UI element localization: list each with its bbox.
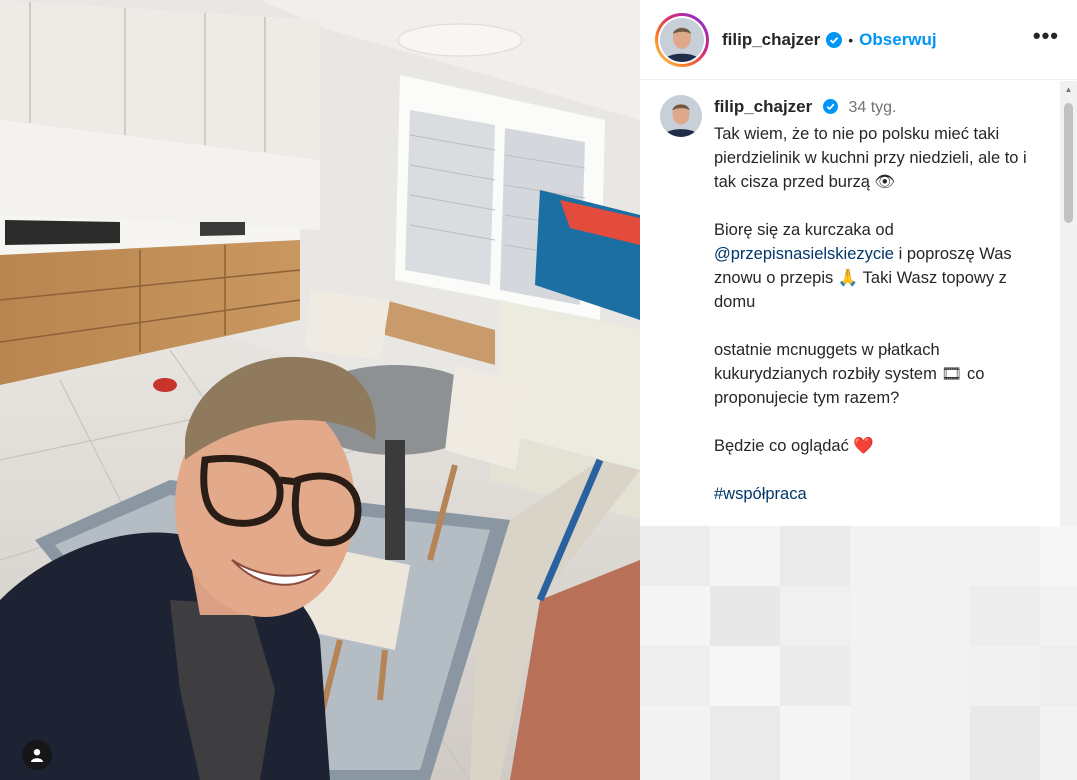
selfie-kitchen-image [0,0,640,780]
avatar-image [660,95,702,137]
post-sidebar: filip_chajzer • Obserwuj ••• filip_chajz… [640,0,1077,780]
caption-scrollbar[interactable]: ▲ [1060,81,1077,526]
post-timestamp[interactable]: 34 tyg. [848,99,896,116]
caption-avatar[interactable] [660,95,702,137]
avatar-image [660,17,704,62]
caption-paragraph-2: Biorę się za kurczaka od @przepisnasiels… [714,218,1044,314]
more-options-icon[interactable]: ••• [1033,25,1059,47]
separator-dot: • [848,31,854,48]
follow-button[interactable]: Obserwuj [859,30,936,50]
avatar [660,17,704,62]
user-tag-icon [31,749,43,762]
mention-link[interactable]: @przepisnasielskiezycie [714,245,894,263]
scroll-up-arrow-icon[interactable]: ▲ [1060,81,1077,97]
post-photo [0,0,640,780]
scrollbar-thumb[interactable] [1064,103,1073,223]
caption-body: filip_chajzer 34 tyg. Tak wiem, że to ni… [714,95,1044,526]
user-tag-button[interactable] [22,740,52,770]
caption-text: Biorę się za kurczaka od [714,221,899,239]
post-header: filip_chajzer • Obserwuj ••• [640,0,1077,80]
verified-badge-icon [822,99,838,114]
caption-comment: filip_chajzer 34 tyg. Tak wiem, że to ni… [640,81,1060,526]
hashtag-link[interactable]: #współpraca [714,482,1044,506]
caption-paragraph-1: Tak wiem, że to nie po polsku mieć taki … [714,125,1032,191]
caption-paragraph-4: Będzie co oglądać ❤️ [714,437,874,455]
caption-paragraph-3: ostatnie mcnuggets w płatkach kukurydzia… [714,341,989,407]
caption-username[interactable]: filip_chajzer [714,97,812,116]
profile-avatar-story-ring[interactable] [655,12,709,67]
pixelated-comments-area [640,526,1077,780]
verified-badge-icon [826,31,843,48]
header-username[interactable]: filip_chajzer [722,30,820,50]
